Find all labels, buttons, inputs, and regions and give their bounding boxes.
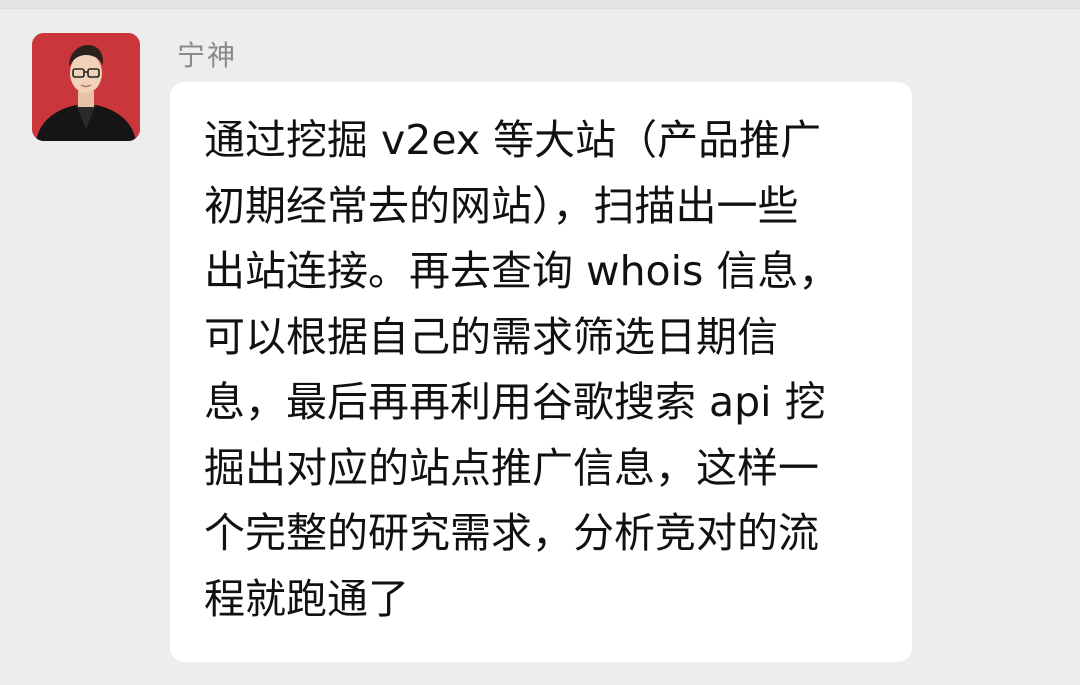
avatar[interactable]	[32, 33, 140, 141]
sender-name: 宁神	[177, 39, 238, 72]
message-bubble[interactable]: 通过挖掘 v2ex 等大站（产品推广 初期经常去的网站），扫描出一些 出站连接。…	[170, 82, 912, 662]
avatar-portrait-icon	[32, 33, 140, 141]
message-text: 通过挖掘 v2ex 等大站（产品推广 初期经常去的网站），扫描出一些 出站连接。…	[204, 116, 840, 623]
chat-message-row: 宁神 通过挖掘 v2ex 等大站（产品推广 初期经常去的网站），扫描出一些 出站…	[0, 0, 1080, 685]
